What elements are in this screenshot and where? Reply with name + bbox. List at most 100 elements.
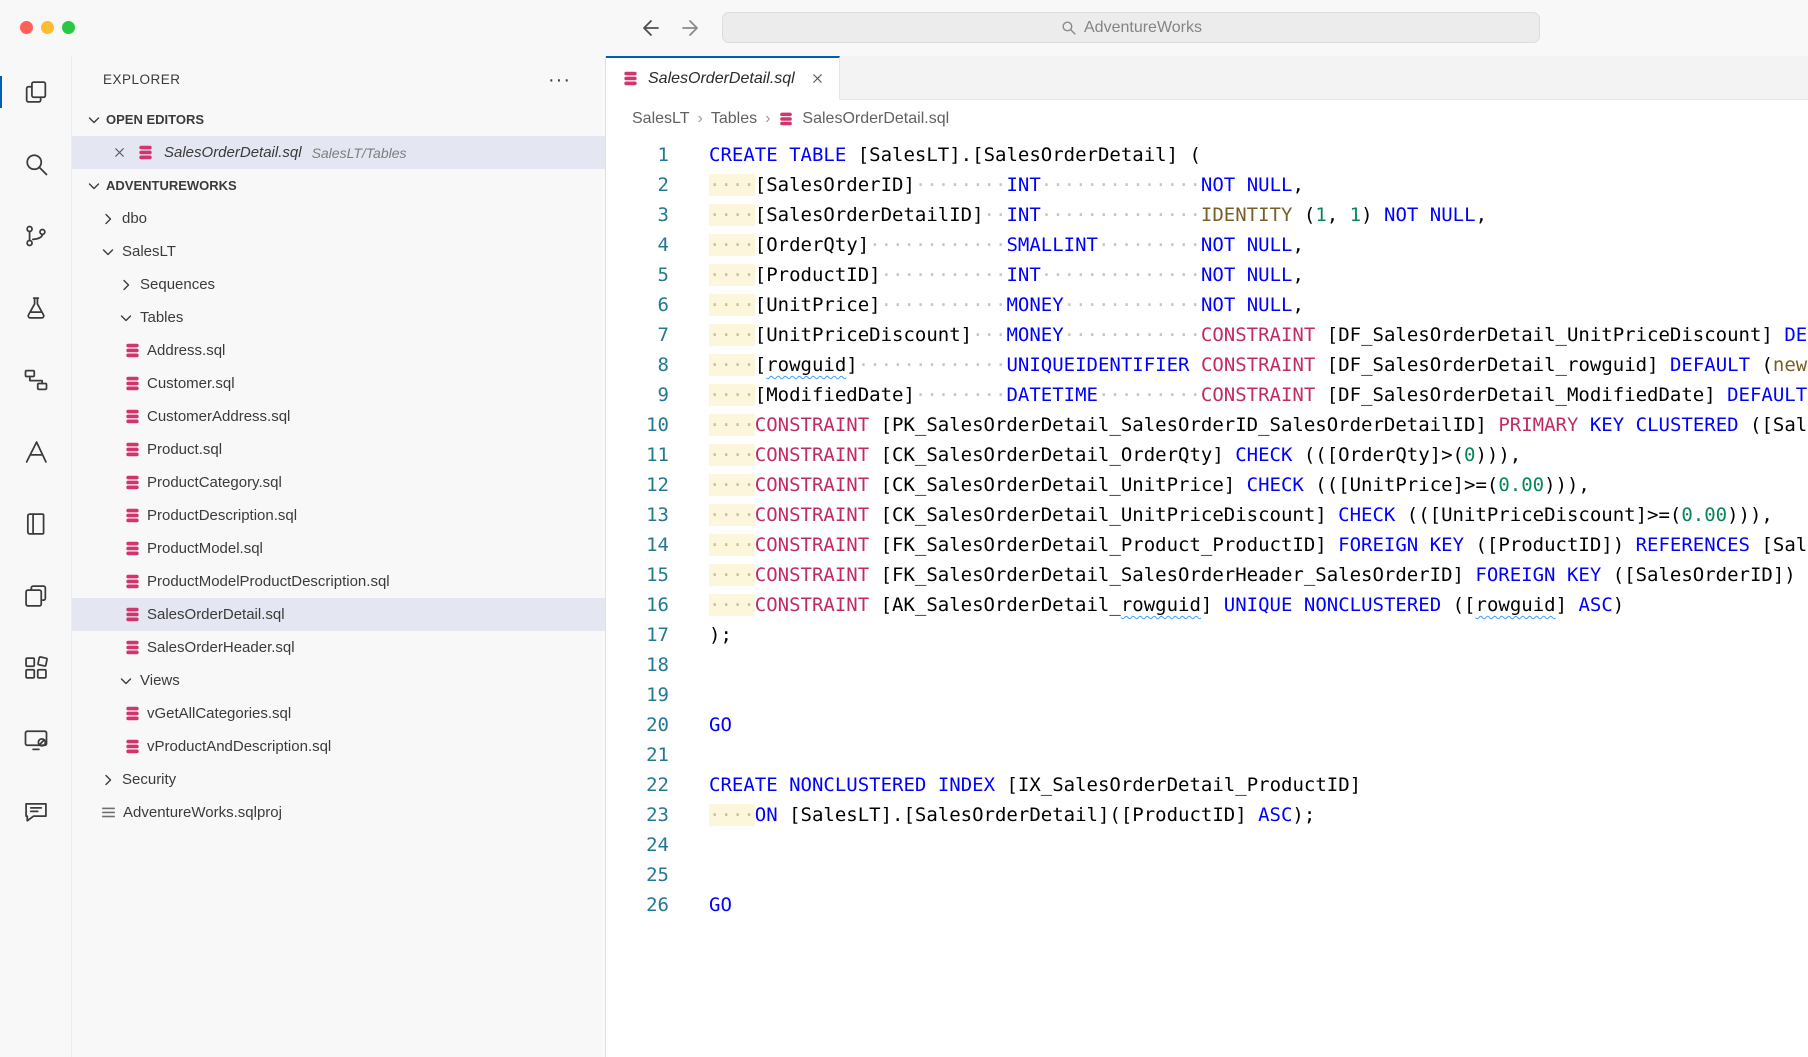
tree-item-productmodel-sql[interactable]: ProductModel.sql [72, 532, 605, 565]
code-line[interactable]: 2····[SalesOrderID]········INT··········… [606, 170, 1808, 200]
tree-item-vproductanddescription-sql[interactable]: vProductAndDescription.sql [72, 730, 605, 763]
tree-item-saleslt[interactable]: SalesLT [72, 235, 605, 268]
tree-item-salesorderheader-sql[interactable]: SalesOrderHeader.sql [72, 631, 605, 664]
activity-explorer[interactable] [0, 56, 71, 128]
code-text [669, 680, 709, 710]
code-token: , [1327, 204, 1350, 226]
zoom-window-button[interactable] [62, 21, 75, 34]
code-token: FOREIGN [1475, 564, 1555, 586]
breadcrumb-item-saleslt[interactable]: SalesLT [632, 110, 690, 128]
code-line[interactable]: 10····CONSTRAINT [PK_SalesOrderDetail_Sa… [606, 410, 1808, 440]
breadcrumb-item-file[interactable]: SalesOrderDetail.sql [802, 110, 949, 128]
code-token: ···· [709, 804, 755, 826]
tree-item-vgetallcategories-sql[interactable]: vGetAllCategories.sql [72, 697, 605, 730]
line-number: 7 [606, 320, 669, 350]
code-line[interactable]: 8····[rowguid]·············UNIQUEIDENTIF… [606, 350, 1808, 380]
code-line[interactable]: 16····CONSTRAINT [AK_SalesOrderDetail_ro… [606, 590, 1808, 620]
code-line[interactable]: 14····CONSTRAINT [FK_SalesOrderDetail_Pr… [606, 530, 1808, 560]
chevron-right-icon [100, 772, 116, 788]
tree-item-tables[interactable]: Tables [72, 301, 605, 334]
code-line[interactable]: 18 [606, 650, 1808, 680]
code-line[interactable]: 23····ON [SalesLT].[SalesOrderDetail]([P… [606, 800, 1808, 830]
tree-item-productdescription-sql[interactable]: ProductDescription.sql [72, 499, 605, 532]
tree-item-customeraddress-sql[interactable]: CustomerAddress.sql [72, 400, 605, 433]
code-line[interactable]: 1CREATE TABLE [SalesLT].[SalesOrderDetai… [606, 140, 1808, 170]
code-line[interactable]: 24 [606, 830, 1808, 860]
code-editor[interactable]: 1CREATE TABLE [SalesLT].[SalesOrderDetai… [606, 138, 1808, 1057]
code-line[interactable]: 3····[SalesOrderDetailID]··INT··········… [606, 200, 1808, 230]
tree-item-label: ProductModel.sql [147, 540, 263, 557]
code-line[interactable]: 21 [606, 740, 1808, 770]
code-line[interactable]: 13····CONSTRAINT [CK_SalesOrderDetail_Un… [606, 500, 1808, 530]
activity-extensions[interactable] [0, 632, 71, 704]
tree-item-address-sql[interactable]: Address.sql [72, 334, 605, 367]
code-line[interactable]: 20GO [606, 710, 1808, 740]
activity-remote[interactable] [0, 704, 71, 776]
breadcrumb-item-tables[interactable]: Tables [711, 110, 757, 128]
code-line[interactable]: 26GO [606, 890, 1808, 920]
minimize-window-button[interactable] [41, 21, 54, 34]
code-token: ···· [709, 444, 755, 466]
command-center-search[interactable]: AdventureWorks [722, 12, 1540, 43]
section-open-editors[interactable]: OPEN EDITORS [72, 103, 605, 136]
code-line[interactable]: 7····[UnitPriceDiscount]···MONEY········… [606, 320, 1808, 350]
tree-item-sequences[interactable]: Sequences [72, 268, 605, 301]
code-token [778, 144, 789, 166]
code-line[interactable]: 11····CONSTRAINT [CK_SalesOrderDetail_Or… [606, 440, 1808, 470]
activity-hierarchy[interactable] [0, 344, 71, 416]
tab-salesorderdetail-sql[interactable]: SalesOrderDetail.sql [606, 56, 840, 100]
code-line[interactable]: 9····[ModifiedDate]········DATETIME·····… [606, 380, 1808, 410]
forward-button[interactable] [680, 16, 704, 40]
tree-item-adventureworks-sqlproj[interactable]: AdventureWorks.sqlproj [72, 796, 605, 829]
activity-pages[interactable] [0, 560, 71, 632]
code-line[interactable]: 4····[OrderQty]············SMALLINT·····… [606, 230, 1808, 260]
code-line[interactable]: 19 [606, 680, 1808, 710]
activity-feedback[interactable] [0, 776, 71, 848]
extensions-icon [22, 654, 50, 682]
code-line[interactable]: 22CREATE NONCLUSTERED INDEX [IX_SalesOrd… [606, 770, 1808, 800]
tree-item-customer-sql[interactable]: Customer.sql [72, 367, 605, 400]
breadcrumb-separator: › [698, 110, 703, 128]
activity-book[interactable] [0, 488, 71, 560]
code-token: CONSTRAINT [755, 444, 869, 466]
code-token: 1 [1315, 204, 1326, 226]
code-token: REFERENCES [1636, 534, 1750, 556]
tree-item-productmodelproductdescription-sql[interactable]: ProductModelProductDescription.sql [72, 565, 605, 598]
activity-azure[interactable] [0, 416, 71, 488]
activity-search[interactable] [0, 128, 71, 200]
close-icon[interactable] [112, 145, 127, 160]
explorer-icon [22, 78, 50, 106]
code-token: CONSTRAINT [755, 414, 869, 436]
chevron-right-icon [118, 277, 134, 293]
tree-item-views[interactable]: Views [72, 664, 605, 697]
code-line[interactable]: 25 [606, 860, 1808, 890]
tree-item-dbo[interactable]: dbo [72, 202, 605, 235]
line-number: 20 [606, 710, 669, 740]
tree-item-security[interactable]: Security [72, 763, 605, 796]
code-token: ···· [709, 414, 755, 436]
code-line[interactable]: 12····CONSTRAINT [CK_SalesOrderDetail_Un… [606, 470, 1808, 500]
tree-item-product-sql[interactable]: Product.sql [72, 433, 605, 466]
tree-item-salesorderdetail-sql[interactable]: SalesOrderDetail.sql [72, 598, 605, 631]
section-adventureworks[interactable]: ADVENTUREWORKS [72, 169, 605, 202]
tree-item-productcategory-sql[interactable]: ProductCategory.sql [72, 466, 605, 499]
line-number: 25 [606, 860, 669, 890]
code-line[interactable]: 6····[UnitPrice]···········MONEY········… [606, 290, 1808, 320]
back-button[interactable] [637, 16, 661, 40]
more-actions-button[interactable]: ··· [548, 75, 571, 85]
code-line[interactable]: 5····[ProductID]···········INT··········… [606, 260, 1808, 290]
code-token: CHECK [1235, 444, 1292, 466]
open-editor-item[interactable]: SalesOrderDetail.sql SalesLT/Tables [72, 136, 605, 169]
close-window-button[interactable] [20, 21, 33, 34]
code-token: KEY [1590, 414, 1624, 436]
code-text: ····[SalesOrderID]········INT···········… [669, 170, 1304, 200]
line-number: 4 [606, 230, 669, 260]
code-token: FOREIGN [1338, 534, 1418, 556]
code-token: [ModifiedDate] [755, 384, 915, 406]
code-line[interactable]: 17); [606, 620, 1808, 650]
code-line[interactable]: 15····CONSTRAINT [FK_SalesOrderDetail_Sa… [606, 560, 1808, 590]
tab-close-button[interactable] [810, 71, 825, 86]
explorer-header: EXPLORER ··· [72, 56, 605, 103]
activity-beaker[interactable] [0, 272, 71, 344]
activity-source-control[interactable] [0, 200, 71, 272]
